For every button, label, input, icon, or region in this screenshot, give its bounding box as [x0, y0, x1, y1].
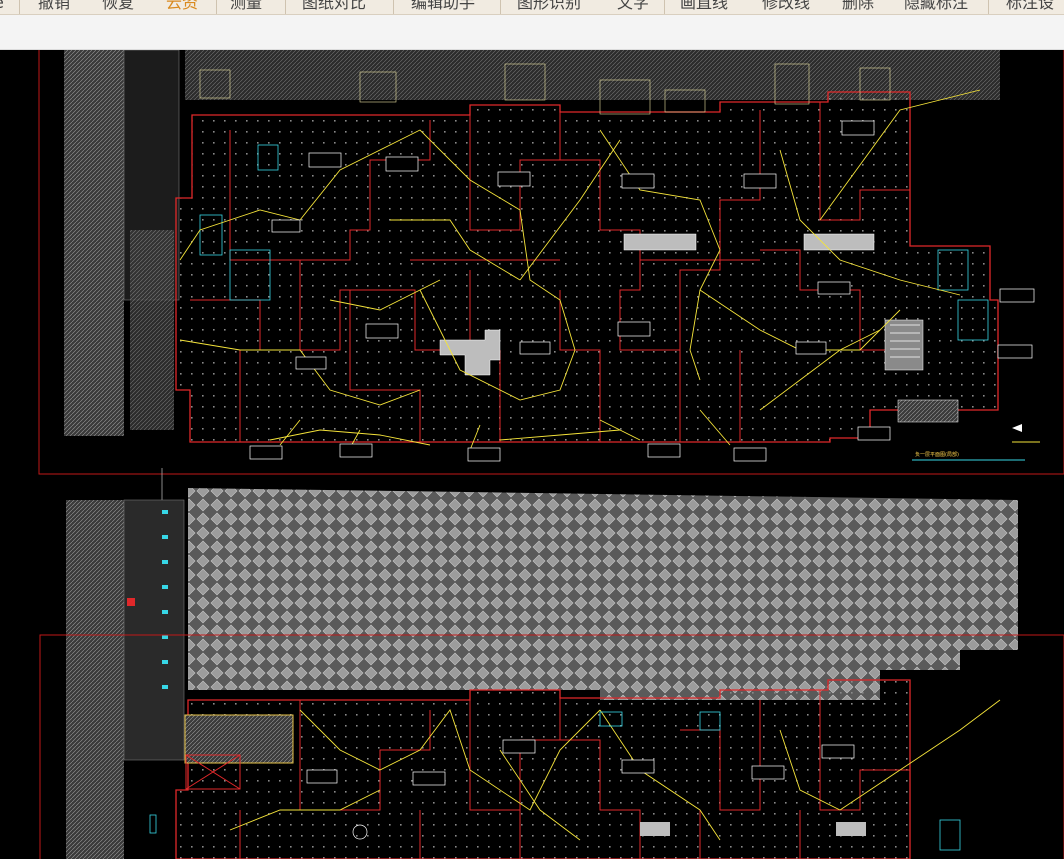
- cad-toolbar: e 撤销 恢复 云资 测量 图纸对比 编辑助手 图形识别 文字 画直线 修改线 …: [0, 0, 1064, 15]
- toolbar-draw-line[interactable]: 画直线: [680, 0, 728, 14]
- toolbar-compare-drawings[interactable]: 图纸对比: [302, 0, 366, 14]
- toolbar-modify-line[interactable]: 修改线: [762, 0, 810, 14]
- toolbar-separator: [664, 0, 665, 14]
- toolbar-annotation-settings[interactable]: 标注设: [1006, 0, 1054, 14]
- secondary-toolbar: [0, 15, 1064, 50]
- toolbar-cloud-resources[interactable]: 云资: [166, 0, 198, 14]
- toolbar-measure[interactable]: 测量: [230, 0, 262, 14]
- toolbar-separator: [393, 0, 394, 14]
- toolbar-shape-recognition[interactable]: 图形识别: [517, 0, 581, 14]
- cad-drawing-canvas[interactable]: 负一层平面图(局部): [0, 50, 1064, 859]
- toolbar-separator: [216, 0, 217, 14]
- lower-hatch-strip: [66, 500, 124, 859]
- legend-title: 负一层平面图(局部): [915, 451, 959, 458]
- toolbar-separator: [19, 0, 20, 14]
- toolbar-item-partial[interactable]: e: [0, 0, 4, 14]
- toolbar-separator: [285, 0, 286, 14]
- toolbar-separator: [988, 0, 989, 14]
- toolbar-separator: [500, 0, 501, 14]
- lower-left-column: [123, 499, 185, 761]
- lower-left-red-mark: [127, 598, 135, 606]
- upper-hatch-strip: [64, 50, 124, 436]
- toolbar-hide-annotations[interactable]: 隐藏标注: [904, 0, 968, 14]
- upper-left-annex-hatch: [130, 230, 174, 430]
- toolbar-redo[interactable]: 恢复: [102, 0, 134, 14]
- lower-diamond-hatch-area: [188, 488, 1018, 700]
- toolbar-delete[interactable]: 删除: [842, 0, 874, 14]
- toolbar-edit-assistant[interactable]: 编辑助手: [411, 0, 475, 14]
- legend-arrow-icon: [1012, 424, 1022, 432]
- toolbar-undo[interactable]: 撤销: [38, 0, 70, 14]
- toolbar-text[interactable]: 文字: [617, 0, 649, 14]
